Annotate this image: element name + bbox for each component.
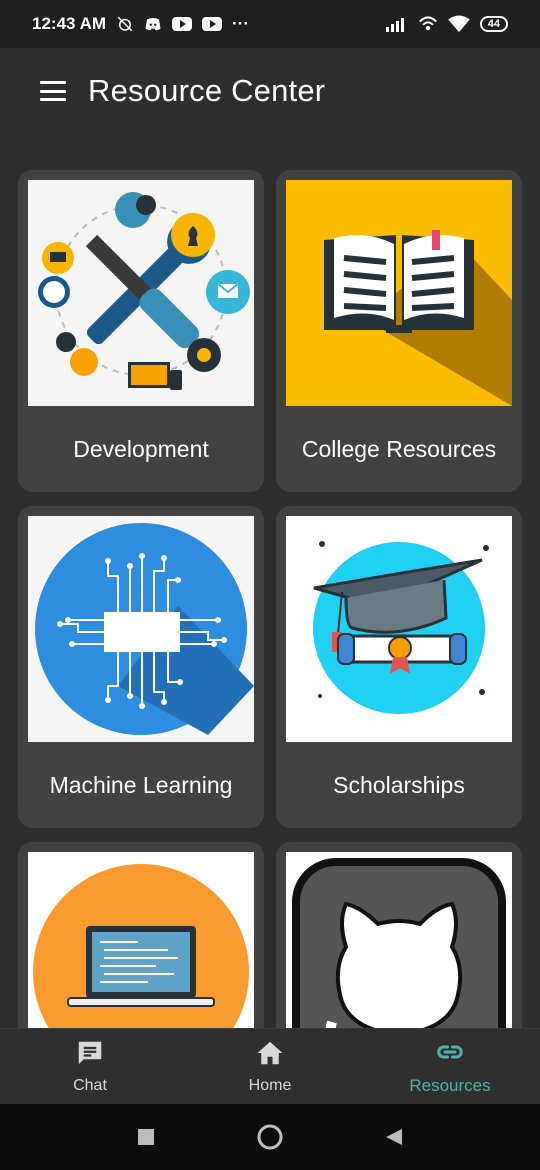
home-button[interactable] — [250, 1117, 290, 1157]
app-bar: Resource Center — [0, 48, 540, 134]
link-icon — [435, 1037, 465, 1072]
bottom-navigation: Chat Home Resources — [0, 1028, 540, 1104]
nav-chat[interactable]: Chat — [0, 1029, 180, 1104]
back-button[interactable] — [374, 1117, 414, 1157]
signal-icon — [385, 16, 408, 32]
status-more: ··· — [232, 14, 249, 33]
system-navigation-bar — [0, 1104, 540, 1170]
card-scholarships[interactable]: Scholarships — [276, 506, 522, 828]
nav-home[interactable]: Home — [180, 1029, 360, 1104]
graduation-cap-illustration — [286, 516, 512, 742]
card-label: College Resources — [301, 436, 497, 462]
youtube-icon — [202, 17, 223, 31]
hotspot-icon — [418, 15, 438, 33]
card-github[interactable] — [276, 842, 522, 1028]
chat-icon — [75, 1038, 105, 1073]
open-book-illustration — [286, 180, 512, 406]
card-label: Machine Learning — [49, 772, 233, 798]
laptop-code-illustration — [28, 852, 254, 1028]
nav-resources[interactable]: Resources — [360, 1029, 540, 1104]
card-programming[interactable] — [18, 842, 264, 1028]
status-bar-right: 44 — [385, 15, 508, 33]
resource-grid: Development College Resources Machine Le… — [18, 170, 524, 1028]
nav-label: Home — [248, 1077, 292, 1094]
nav-label: Resources — [409, 1076, 491, 1095]
status-time: 12:43 AM — [32, 14, 107, 33]
nav-label: Chat — [73, 1077, 107, 1094]
recents-button[interactable] — [126, 1117, 166, 1157]
hamburger-menu-icon[interactable] — [40, 81, 66, 101]
card-label: Scholarships — [333, 772, 465, 798]
status-bar-left: 12:43 AM ··· — [32, 14, 249, 34]
card-machine-learning[interactable]: Machine Learning — [18, 506, 264, 828]
card-label: Development — [73, 436, 209, 462]
card-college-resources[interactable]: College Resources — [276, 170, 522, 492]
tools-illustration — [28, 180, 254, 406]
alarm-off-icon — [116, 15, 134, 33]
circuit-chip-illustration — [28, 516, 254, 742]
home-icon — [255, 1038, 285, 1073]
wifi-icon — [447, 15, 470, 33]
status-bar: 12:43 AM ··· 44 — [0, 0, 540, 48]
card-development[interactable]: Development — [18, 170, 264, 492]
battery-icon: 44 — [479, 16, 508, 32]
page-title: Resource Center — [88, 73, 326, 108]
youtube-icon — [172, 17, 193, 31]
discord-icon — [144, 16, 162, 32]
github-octocat-illustration — [286, 852, 512, 1028]
